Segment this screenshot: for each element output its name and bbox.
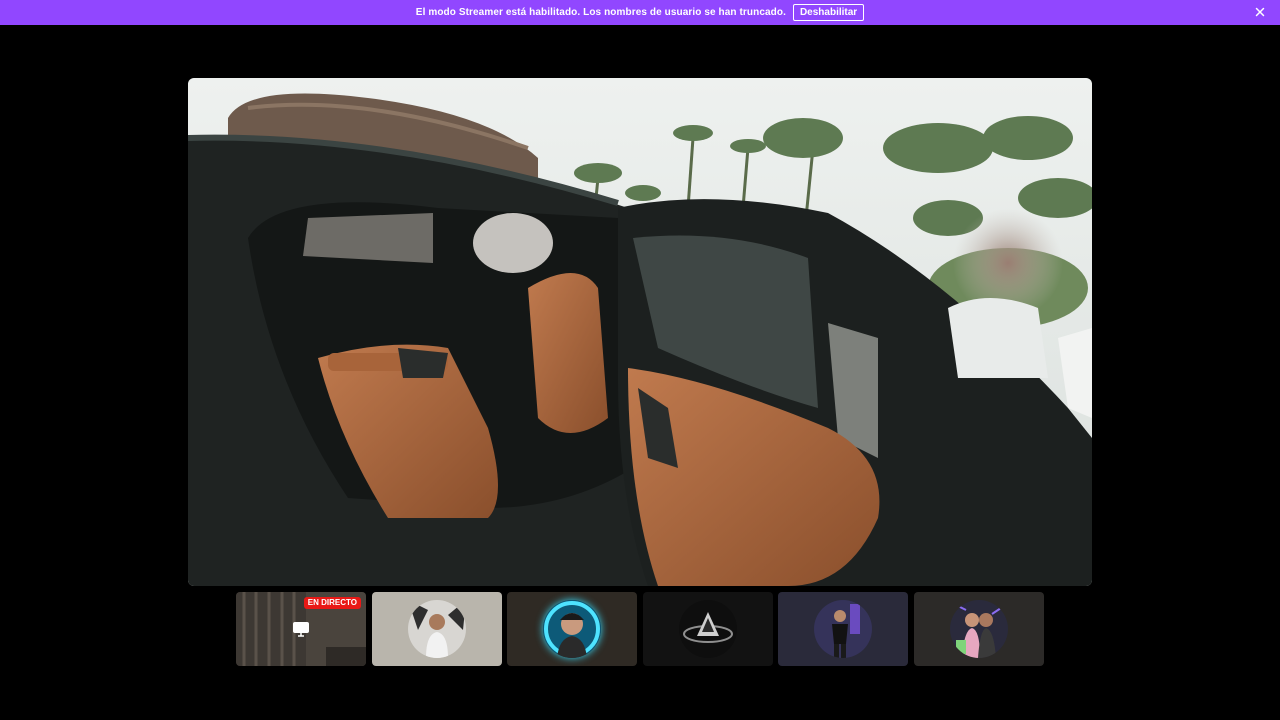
channel-card-4[interactable] <box>643 592 773 666</box>
close-icon[interactable] <box>1252 4 1268 20</box>
channel-carousel: EN DIRECTO <box>236 592 1044 666</box>
channel-avatar <box>950 600 1008 658</box>
channel-card-1[interactable]: EN DIRECTO <box>236 592 366 666</box>
channel-avatar <box>543 600 601 658</box>
channel-card-5[interactable] <box>778 592 908 666</box>
video-player[interactable] <box>188 78 1092 586</box>
channel-avatar <box>679 600 737 658</box>
live-badge: EN DIRECTO <box>303 597 361 609</box>
disable-streamer-mode-button[interactable]: Deshabilitar <box>792 4 865 21</box>
channel-card-3[interactable] <box>507 592 637 666</box>
channel-avatar <box>408 600 466 658</box>
channel-card-2[interactable] <box>372 592 502 666</box>
channel-avatar <box>814 600 872 658</box>
streamer-mode-banner: El modo Streamer está habilitado. Los no… <box>0 0 1280 25</box>
video-frame <box>188 78 1092 586</box>
screen-icon <box>292 620 310 638</box>
channel-card-6[interactable] <box>914 592 1044 666</box>
banner-message: El modo Streamer está habilitado. Los no… <box>415 7 786 18</box>
